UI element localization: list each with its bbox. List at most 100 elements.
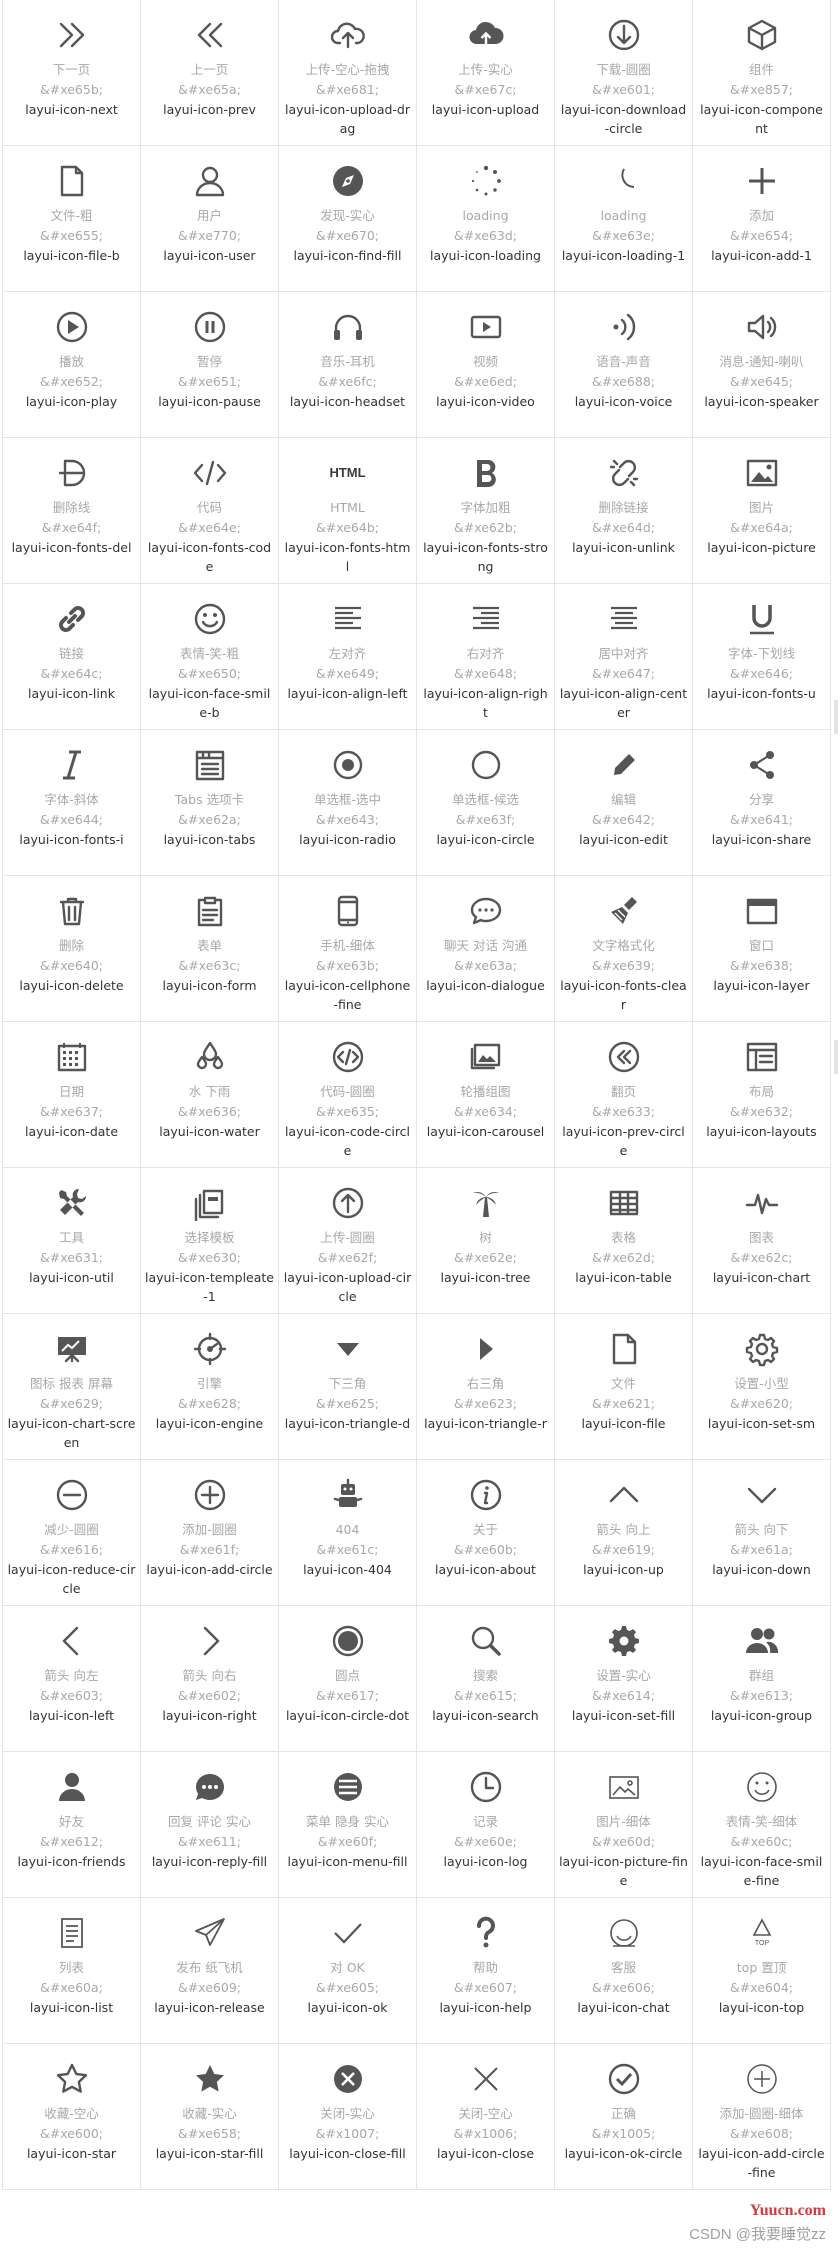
icon-chinese-name: 删除链接 <box>598 500 649 515</box>
icon-chinese-name: 视频 <box>472 354 498 369</box>
icon-unicode: &#xe611; <box>178 1834 241 1849</box>
icon-chinese-name: 菜单 隐身 实心 <box>306 1814 389 1829</box>
icon-class-name: layui-icon-add-circle-fine <box>698 2146 825 2180</box>
icon-chinese-name: 文字格式化 <box>592 938 655 953</box>
icon-cell: 减少-圆圈 &#xe616; layui-icon-reduce-circle <box>3 1460 141 1606</box>
icon-class-name: layui-icon-date <box>24 1124 119 1139</box>
icon-cell: 上传-圆圈 &#xe62f; layui-icon-upload-circle <box>279 1168 417 1314</box>
icon-class-name: layui-icon-add-1 <box>711 248 812 263</box>
icon-unicode: &#xe658; <box>178 2126 241 2141</box>
menu-fill-icon <box>327 1766 369 1808</box>
minus-circle-icon <box>51 1474 93 1516</box>
icon-unicode: &#xe621; <box>592 1396 655 1411</box>
close-fill-icon <box>327 2058 369 2100</box>
icon-cell: 播放 &#xe652; layui-icon-play <box>3 292 141 438</box>
icon-chinese-name: 删除 <box>58 938 84 953</box>
icon-cell: 选择模板 &#xe630; layui-icon-templeate-1 <box>141 1168 279 1314</box>
icon-class-name: layui-icon-circle <box>436 832 535 847</box>
brush-icon <box>603 890 645 932</box>
icon-class-name: layui-icon-friends <box>17 1854 126 1869</box>
icon-cell: 字体加粗 &#xe62b; layui-icon-fonts-strong <box>417 438 555 584</box>
icon-chinese-name: 列表 <box>58 1960 84 1975</box>
icon-unicode: &#xe617; <box>316 1688 379 1703</box>
icon-cell: 收藏-实心 &#xe658; layui-icon-star-fill <box>141 2044 279 2190</box>
icon-cell: 图表 &#xe62c; layui-icon-chart <box>693 1168 831 1314</box>
icon-chinese-name: 日期 <box>58 1084 84 1099</box>
icon-cell: 图片-细体 &#xe60d; layui-icon-picture-fine <box>555 1752 693 1898</box>
table-icon <box>603 1182 645 1224</box>
icon-class-name: layui-icon-reply-fill <box>151 1854 268 1869</box>
icon-unicode: &#xe63a; <box>454 958 517 973</box>
headset-icon <box>327 306 369 348</box>
icon-chinese-name: 添加 <box>748 208 774 223</box>
icon-cell: loading &#xe63d; layui-icon-loading <box>417 146 555 292</box>
icon-chinese-name: 单选框-选中 <box>313 792 381 807</box>
icon-unicode: &#xe623; <box>454 1396 517 1411</box>
icon-cell: 编辑 &#xe642; layui-icon-edit <box>555 730 693 876</box>
icon-chinese-name: 选择模板 <box>184 1230 235 1245</box>
layouts-icon <box>741 1036 783 1078</box>
icon-class-name: layui-icon-reduce-circle <box>7 1562 136 1596</box>
icon-class-name: layui-icon-set-fill <box>571 1708 676 1723</box>
icon-unicode: &#xe61a; <box>730 1542 793 1557</box>
icon-class-name: layui-icon-layer <box>713 978 810 993</box>
icon-cell: 手机-细体 &#xe63b; layui-icon-cellphone-fine <box>279 876 417 1022</box>
icon-cell: 关闭-空心 &#x1006; layui-icon-close <box>417 2044 555 2190</box>
icon-cell: 单选框-选中 &#xe643; layui-icon-radio <box>279 730 417 876</box>
icon-class-name: layui-icon-align-right <box>423 686 548 720</box>
icon-chinese-name: 上传-空心-拖拽 <box>305 62 390 77</box>
drops-icon <box>189 1036 231 1078</box>
icon-cell: 字体-斜体 &#xe644; layui-icon-fonts-i <box>3 730 141 876</box>
cube-icon <box>741 14 783 56</box>
icon-class-name: layui-icon-fonts-clear <box>560 978 687 1012</box>
icon-class-name: layui-icon-align-center <box>559 686 688 720</box>
icon-chinese-name: 发现-实心 <box>320 208 375 223</box>
icon-cell: 对 OK &#xe605; layui-icon-ok <box>279 1898 417 2044</box>
chat-face-icon <box>603 1912 645 1954</box>
chevron-down-icon <box>741 1474 783 1516</box>
icon-unicode: &#xe64a; <box>730 520 793 535</box>
icon-unicode: &#xe640; <box>40 958 103 973</box>
scrollbar-thumb[interactable] <box>834 700 838 734</box>
icon-chinese-name: 布局 <box>748 1084 774 1099</box>
icon-unicode: &#xe628; <box>178 1396 241 1411</box>
icon-class-name: layui-icon-table <box>575 1270 672 1285</box>
icon-unicode: &#xe645; <box>730 374 793 389</box>
icon-class-name: layui-icon-up <box>583 1562 664 1577</box>
icon-class-name: layui-icon-radio <box>299 832 396 847</box>
icon-class-name: layui-icon-upload <box>431 102 540 117</box>
icon-chinese-name: 设置-小型 <box>734 1376 789 1391</box>
cloud-upload-outline-icon <box>327 14 369 56</box>
icon-cell: 文字格式化 &#xe639; layui-icon-fonts-clear <box>555 876 693 1022</box>
icon-unicode: &#xe637; <box>40 1104 103 1119</box>
download-circle-icon <box>603 14 645 56</box>
icon-class-name: layui-icon-picture <box>707 540 816 555</box>
icon-cell: 左对齐 &#xe649; layui-icon-align-left <box>279 584 417 730</box>
triangle-right-icon <box>465 1328 507 1370</box>
icon-chinese-name: HTML <box>330 500 365 515</box>
icon-unicode: &#xe61c; <box>316 1542 379 1557</box>
icon-chinese-name: loading <box>600 208 647 223</box>
scrollbar-thumb-2[interactable] <box>834 1040 838 1074</box>
icon-chinese-name: 字体加粗 <box>460 500 511 515</box>
icon-unicode: &#xe607; <box>454 1980 517 1995</box>
icon-unicode: &#xe635; <box>316 1104 379 1119</box>
icon-chinese-name: 客服 <box>610 1960 636 1975</box>
icon-unicode: &#xe613; <box>730 1688 793 1703</box>
icon-cell: 关于 &#xe60b; layui-icon-about <box>417 1460 555 1606</box>
icon-cell: 语音-声音 &#xe688; layui-icon-voice <box>555 292 693 438</box>
icon-unicode: &#xe609; <box>178 1980 241 1995</box>
icon-class-name: layui-icon-circle-dot <box>285 1708 410 1723</box>
compass-icon <box>327 160 369 202</box>
icon-class-name: layui-icon-video <box>436 394 535 409</box>
icon-chinese-name: 左对齐 <box>328 646 367 661</box>
icon-chinese-name: 关闭-空心 <box>458 2106 513 2121</box>
icon-class-name: layui-icon-speaker <box>704 394 819 409</box>
icon-class-name: layui-icon-engine <box>155 1416 264 1431</box>
voice-icon <box>603 306 645 348</box>
robot-404-icon <box>327 1474 369 1516</box>
icon-unicode: &#xe634; <box>454 1104 517 1119</box>
icon-unicode: &#xe644; <box>40 812 103 827</box>
speaker-icon <box>741 306 783 348</box>
icon-class-name: layui-icon-fonts-html <box>284 540 411 574</box>
